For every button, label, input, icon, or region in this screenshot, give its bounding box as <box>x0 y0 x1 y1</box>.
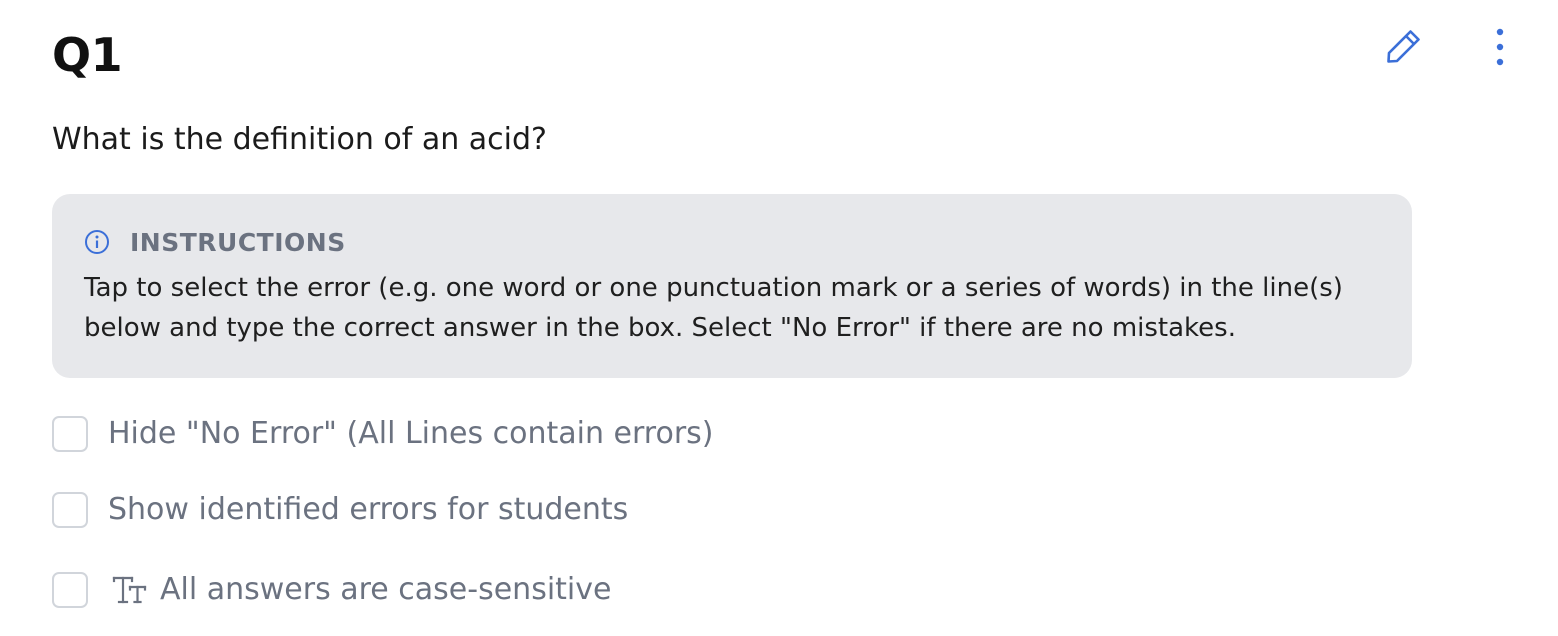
edit-button[interactable] <box>1382 24 1426 68</box>
show-errors-checkbox[interactable] <box>52 492 88 528</box>
show-errors-option[interactable]: Show identified errors for students <box>52 490 628 530</box>
hide-no-error-option[interactable]: Hide "No Error" (All Lines contain error… <box>52 414 714 454</box>
question-text: What is the definition of an acid? <box>52 122 547 157</box>
vertical-ellipsis-icon <box>1496 28 1504 66</box>
instructions-panel: INSTRUCTIONS Tap to select the error (e.… <box>52 194 1412 378</box>
info-icon <box>84 229 110 255</box>
case-sensitive-checkbox[interactable] <box>52 572 88 608</box>
hide-no-error-checkbox[interactable] <box>52 416 88 452</box>
text-size-icon <box>112 570 148 610</box>
show-errors-label: Show identified errors for students <box>108 492 629 527</box>
question-number: Q1 <box>52 28 123 82</box>
case-sensitive-option[interactable]: All answers are case-sensitive <box>52 570 611 610</box>
instructions-header: INSTRUCTIONS <box>84 224 1380 260</box>
pencil-icon <box>1387 30 1420 63</box>
instructions-text: Tap to select the error (e.g. one word o… <box>84 273 1343 343</box>
case-sensitive-label: All answers are case-sensitive <box>160 572 612 607</box>
question-editor: Q1 What is the definition of an acid? IN… <box>0 0 1558 636</box>
instructions-title: INSTRUCTIONS <box>130 227 346 257</box>
more-options-button[interactable] <box>1482 24 1518 68</box>
hide-no-error-label: Hide "No Error" (All Lines contain error… <box>108 416 714 451</box>
